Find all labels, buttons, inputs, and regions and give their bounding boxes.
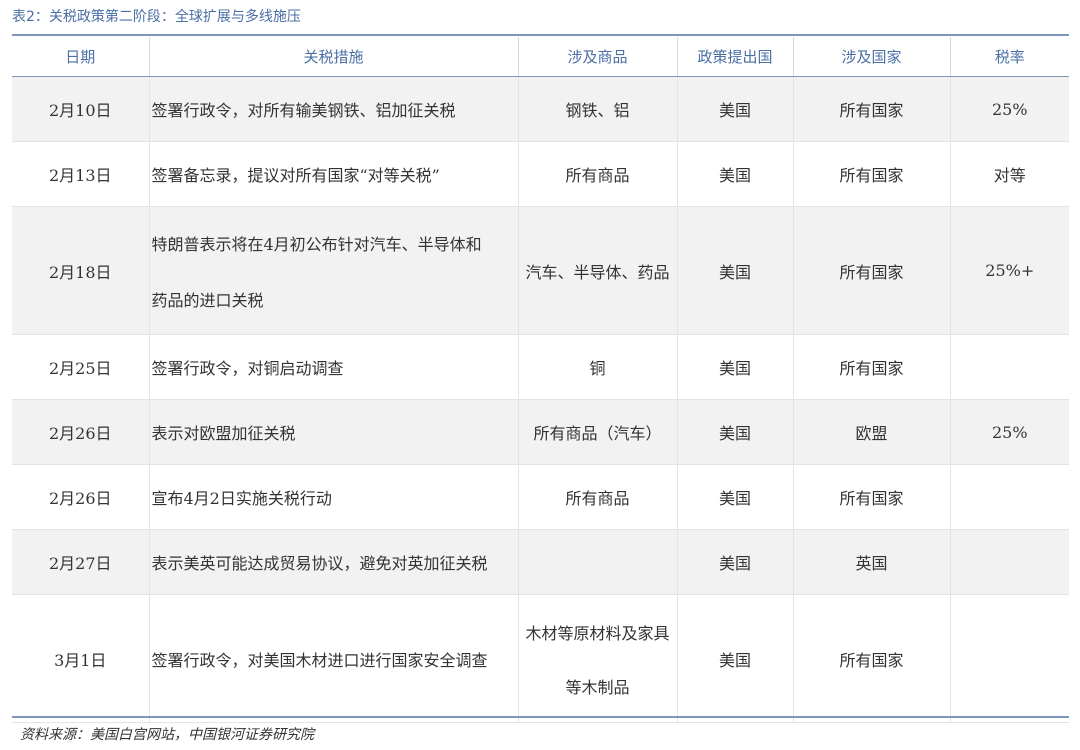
table-caption: 表2：关税政策第二阶段：全球扩展与多线施压 <box>12 9 301 25</box>
table-row: 2月18日 特朗普表示将在4月初公布针对汽车、半导体和 药品的进口关税 汽车、半… <box>12 206 1069 335</box>
cell-date: 2月26日 <box>12 464 149 530</box>
cell-date: 2月13日 <box>12 141 149 207</box>
table-row: 2月13日 签署备忘录，提议对所有国家“对等关税” 所有商品 美国 所有国家 对… <box>12 141 1069 207</box>
cell-countries: 所有国家 <box>792 206 950 335</box>
cell-countries: 英国 <box>792 529 950 595</box>
cell-rate <box>949 529 1069 595</box>
cell-measure: 表示对欧盟加征关税 <box>148 399 518 465</box>
table-header-row: 日期 关税措施 涉及商品 政策提出国 涉及国家 税率 <box>12 37 1069 77</box>
cell-rate: 25% <box>949 76 1069 142</box>
table-bottom-rule <box>12 716 1069 718</box>
cell-date: 2月25日 <box>12 334 149 400</box>
header-date: 日期 <box>12 37 149 77</box>
source-note: 资料来源：美国白宫网站，中国银河证券研究院 <box>20 727 314 743</box>
cell-goods-line1: 木材等原材料及家具 <box>525 623 670 643</box>
cell-goods: 汽车、半导体、药品 <box>517 206 677 335</box>
cell-goods: 钢铁、铝 <box>517 76 677 142</box>
cell-issuer: 美国 <box>676 594 793 723</box>
header-goods: 涉及商品 <box>517 37 677 77</box>
cell-measure: 表示美英可能达成贸易协议，避免对英加征关税 <box>148 529 518 595</box>
cell-countries: 所有国家 <box>792 594 950 723</box>
cell-countries: 所有国家 <box>792 464 950 530</box>
cell-goods: 木材等原材料及家具 等木制品 <box>517 594 677 723</box>
cell-countries: 欧盟 <box>792 399 950 465</box>
cell-date: 2月27日 <box>12 529 149 595</box>
cell-date: 2月18日 <box>12 206 149 335</box>
cell-rate: 25%+ <box>949 206 1069 335</box>
cell-goods: 所有商品 <box>517 464 677 530</box>
cell-date: 3月1日 <box>12 594 149 723</box>
header-measure: 关税措施 <box>148 37 518 77</box>
cell-measure: 签署备忘录，提议对所有国家“对等关税” <box>148 141 518 207</box>
cell-countries: 所有国家 <box>792 141 950 207</box>
cell-goods-line2: 等木制品 <box>565 677 630 697</box>
cell-date: 2月10日 <box>12 76 149 142</box>
table-row: 2月26日 表示对欧盟加征关税 所有商品（汽车） 美国 欧盟 25% <box>12 399 1069 465</box>
cell-goods: 所有商品（汽车） <box>517 399 677 465</box>
cell-measure-line1: 特朗普表示将在4月初公布针对汽车、半导体和 <box>151 234 482 254</box>
header-countries: 涉及国家 <box>792 37 950 77</box>
cell-measure: 特朗普表示将在4月初公布针对汽车、半导体和 药品的进口关税 <box>148 206 518 335</box>
cell-issuer: 美国 <box>676 206 793 335</box>
cell-rate <box>949 464 1069 530</box>
table-row: 2月25日 签署行政令，对铜启动调查 铜 美国 所有国家 <box>12 334 1069 400</box>
cell-measure: 签署行政令，对美国木材进口进行国家安全调查 <box>148 594 518 723</box>
cell-goods: 铜 <box>517 334 677 400</box>
cell-goods <box>517 529 677 595</box>
cell-rate: 对等 <box>949 141 1069 207</box>
header-issuer: 政策提出国 <box>676 37 793 77</box>
table-row: 2月26日 宣布4月2日实施关税行动 所有商品 美国 所有国家 <box>12 464 1069 530</box>
cell-rate <box>949 594 1069 723</box>
document-page: 表2：关税政策第二阶段：全球扩展与多线施压 日期 关税措施 涉及商品 政策提出国… <box>0 0 1080 750</box>
table-top-rule <box>12 34 1069 36</box>
table-row: 3月1日 签署行政令，对美国木材进口进行国家安全调查 木材等原材料及家具 等木制… <box>12 594 1069 723</box>
cell-measure: 签署行政令，对所有输美钢铁、铝加征关税 <box>148 76 518 142</box>
cell-countries: 所有国家 <box>792 334 950 400</box>
cell-rate <box>949 334 1069 400</box>
cell-issuer: 美国 <box>676 76 793 142</box>
cell-measure-line2: 药品的进口关税 <box>151 290 264 310</box>
header-rate: 税率 <box>949 37 1069 77</box>
cell-issuer: 美国 <box>676 334 793 400</box>
tariff-table: 日期 关税措施 涉及商品 政策提出国 涉及国家 税率 2月10日 签署行政令，对… <box>12 37 1069 723</box>
cell-issuer: 美国 <box>676 399 793 465</box>
cell-countries: 所有国家 <box>792 76 950 142</box>
cell-issuer: 美国 <box>676 141 793 207</box>
cell-rate: 25% <box>949 399 1069 465</box>
cell-issuer: 美国 <box>676 464 793 530</box>
cell-measure: 宣布4月2日实施关税行动 <box>148 464 518 530</box>
cell-goods: 所有商品 <box>517 141 677 207</box>
cell-issuer: 美国 <box>676 529 793 595</box>
cell-date: 2月26日 <box>12 399 149 465</box>
table-row: 2月10日 签署行政令，对所有输美钢铁、铝加征关税 钢铁、铝 美国 所有国家 2… <box>12 76 1069 142</box>
table-row: 2月27日 表示美英可能达成贸易协议，避免对英加征关税 美国 英国 <box>12 529 1069 595</box>
cell-measure: 签署行政令，对铜启动调查 <box>148 334 518 400</box>
